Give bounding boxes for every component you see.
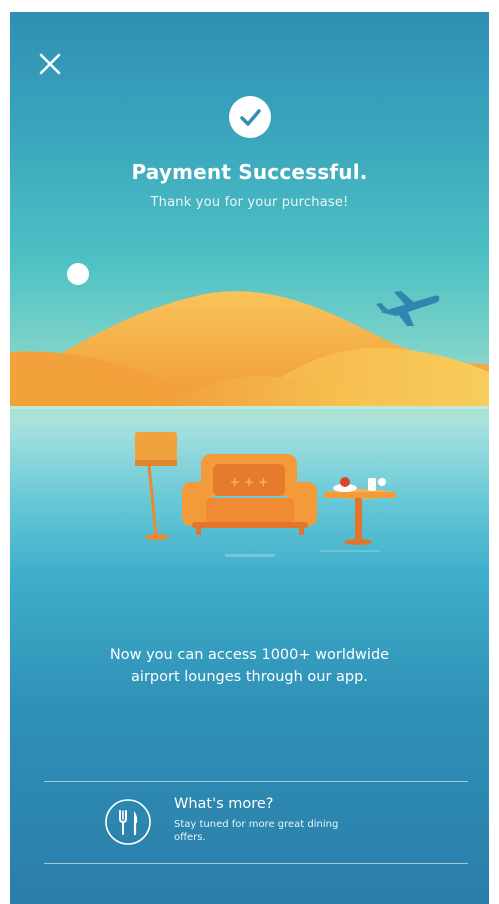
- dining-promo[interactable]: What's more? Stay tuned for more great d…: [44, 782, 468, 862]
- armchair: + + +: [182, 454, 317, 535]
- promo-description-line-2: offers.: [174, 832, 206, 843]
- promo-description-line-1: Stay tuned for more great dining: [174, 819, 339, 830]
- promo-description: Stay tuned for more great dining offers.: [174, 818, 414, 844]
- floor-lamp: [135, 432, 177, 540]
- access-message-line-2: airport lounges through our app.: [131, 669, 368, 685]
- close-icon: [39, 53, 61, 75]
- close-button[interactable]: [30, 44, 72, 86]
- check-circle-icon: [240, 109, 261, 126]
- promo-title: What's more?: [174, 796, 274, 812]
- side-table: [324, 477, 396, 545]
- svg-text:+ + +: + + +: [230, 475, 269, 489]
- page-subtitle: Thank you for your purchase!: [150, 195, 349, 210]
- access-message: Now you can access 1000+ worldwide airpo…: [40, 644, 459, 688]
- access-message-line-1: Now you can access 1000+ worldwide: [109, 647, 390, 663]
- promo-divider-bottom: [44, 863, 468, 864]
- success-badge: [229, 96, 271, 138]
- page-title: Payment Successful.: [131, 160, 368, 184]
- payment-success-screen: + + + Payment Successful. Thank you for …: [10, 12, 489, 904]
- sun: [67, 263, 89, 285]
- fork-knife-icon: [105, 799, 151, 845]
- airplane-icon: [376, 291, 440, 326]
